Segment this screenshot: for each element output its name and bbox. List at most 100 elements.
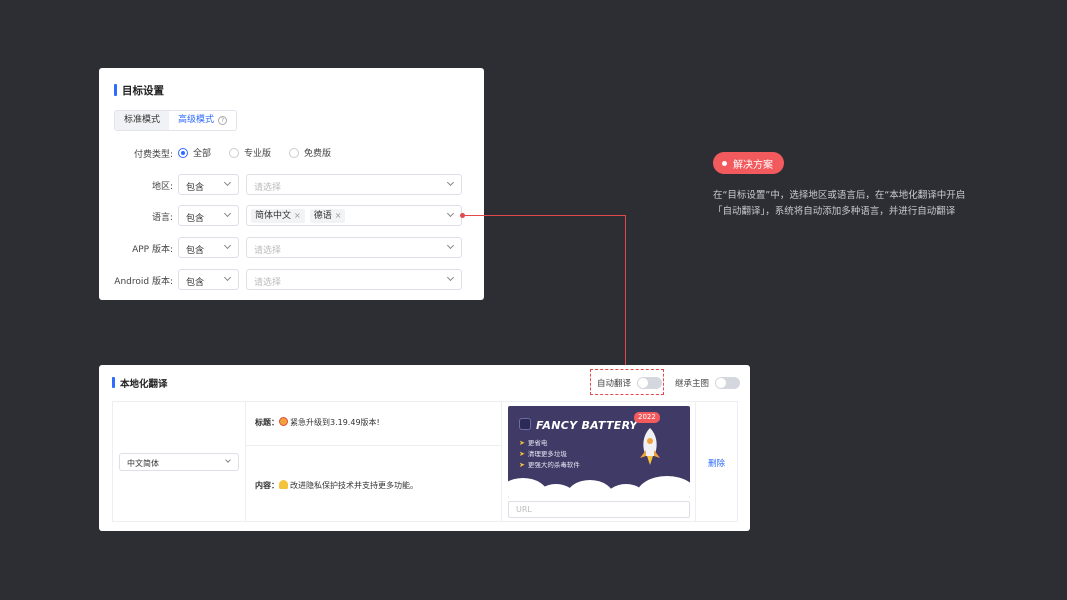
radio-unchecked-icon — [289, 147, 300, 158]
auto-translate-label: 自动翻译 — [597, 379, 632, 389]
android-version-operator-value: 包含 — [186, 278, 205, 288]
pay-type-radio-group: 全部 专业版 免费版 — [178, 146, 331, 159]
app-version-row: APP 版本: 包含 请选择 — [99, 237, 484, 258]
banner-bullet-text: 更省电 — [527, 439, 548, 447]
localization-card: 本地化翻译 自动翻译 继承主图 中文简体 标题： 紧急升级到3.19.49版本! … — [99, 365, 750, 531]
language-tag: 简体中文 × — [251, 209, 305, 223]
cloud-shape — [636, 476, 690, 498]
dot-icon — [722, 160, 727, 166]
banner-bullet: ➤ 更省电 — [519, 438, 580, 449]
title-field[interactable]: 标题： 紧急升级到3.19.49版本! — [255, 417, 380, 428]
chevron-down-icon — [446, 209, 455, 218]
solution-description: 在“目标设置”中，选择地区或语言后，在“本地化翻译中开启「自动翻译」，系统将自动… — [713, 190, 966, 217]
banner-bullets: ➤ 更省电 ➤ 清理更多垃圾 ➤ 更强大的杀毒软件 — [519, 438, 580, 471]
auto-translate-toggle[interactable] — [637, 377, 663, 389]
android-version-label: Android 版本: — [114, 277, 173, 287]
banner-bullet-text: 清理更多垃圾 — [527, 450, 567, 458]
content-field[interactable]: 内容： 改进隐私保护技术并支持更多功能。 — [255, 480, 418, 491]
divider — [246, 445, 501, 446]
android-version-row: Android 版本: 包含 请选择 — [99, 269, 484, 290]
bell-icon — [279, 480, 288, 489]
language-tag-label: 简体中文 — [255, 211, 292, 221]
app-logo-icon — [519, 418, 531, 430]
tab-advanced-mode[interactable]: 高级模式 ? — [169, 111, 237, 130]
tab-standard-mode[interactable]: 标准模式 — [115, 111, 170, 130]
solution-badge: 解决方案 — [713, 152, 784, 174]
chevron-down-icon — [446, 178, 455, 187]
android-version-select[interactable]: 请选择 — [246, 269, 462, 290]
app-version-label: APP 版本: — [132, 245, 173, 255]
app-version-placeholder: 请选择 — [254, 246, 282, 256]
banner-bullet: ➤ 清理更多垃圾 — [519, 449, 580, 460]
inherit-theme-group: 继承主图 — [675, 377, 741, 389]
chevron-down-icon — [225, 457, 231, 463]
target-settings-card: 目标设置 标准模式 高级模式 ? 付费类型: 全部 专业版 免费版 地区: 包含… — [99, 68, 484, 300]
connector-line-horizontal — [464, 215, 626, 216]
banner-bullet: ➤ 更强大的杀毒软件 — [519, 460, 580, 471]
title-field-value: 紧急升级到3.19.49版本! — [290, 418, 380, 427]
target-settings-title: 目标设置 — [114, 83, 164, 98]
region-select[interactable]: 请选择 — [246, 174, 462, 195]
alarm-clock-icon — [279, 417, 288, 426]
language-tags: 简体中文 × 德语 × — [251, 209, 346, 223]
delete-link[interactable]: 删除 — [708, 457, 725, 469]
auto-translate-group: 自动翻译 — [597, 377, 663, 389]
content-field-label: 内容： — [255, 481, 279, 490]
action-cell: 删除 — [696, 402, 737, 521]
inherit-theme-toggle[interactable] — [715, 377, 741, 389]
close-icon[interactable]: × — [335, 209, 342, 223]
language-cell: 中文简体 — [113, 402, 246, 521]
chevron-down-icon — [223, 241, 232, 250]
language-dropdown[interactable]: 中文简体 — [119, 453, 239, 471]
radio-all[interactable]: 全部 — [178, 146, 211, 159]
title-field-label: 标题： — [255, 418, 279, 427]
bolt-icon: ➤ — [519, 461, 525, 469]
chevron-down-icon — [223, 178, 232, 187]
translation-table: 中文简体 标题： 紧急升级到3.19.49版本! 内容： 改进隐私保护技术并支持更多… — [112, 401, 738, 522]
banner-image[interactable]: FANCY BATTERY 2022 ➤ 更省电 ➤ 清理更多垃圾 ➤ 更强大的杀毒软… — [508, 406, 690, 498]
inherit-theme-label: 继承主图 — [675, 379, 710, 389]
language-row: 语言: 包含 简体中文 × 德语 × — [99, 205, 484, 226]
language-operator-select[interactable]: 包含 — [178, 205, 239, 226]
language-tag: 德语 × — [309, 209, 346, 223]
banner-title: FANCY BATTERY — [536, 419, 638, 432]
localization-title: 本地化翻译 — [112, 376, 168, 390]
region-row: 地区: 包含 请选择 — [99, 174, 484, 195]
bolt-icon: ➤ — [519, 439, 525, 447]
banner-bullet-text: 更强大的杀毒软件 — [527, 461, 580, 469]
pay-type-label: 付费类型: — [133, 150, 173, 160]
android-version-placeholder: 请选择 — [254, 278, 282, 288]
language-select[interactable]: 简体中文 × 德语 × — [246, 205, 462, 226]
radio-pro[interactable]: 专业版 — [229, 146, 271, 159]
app-version-operator-value: 包含 — [186, 246, 205, 256]
radio-free-label: 免费版 — [304, 149, 332, 159]
region-operator-value: 包含 — [186, 183, 205, 193]
chevron-down-icon — [223, 273, 232, 282]
app-version-operator-select[interactable]: 包含 — [178, 237, 239, 258]
language-label: 语言: — [151, 213, 173, 223]
banner-year-badge: 2022 — [634, 412, 660, 423]
content-field-value: 改进隐私保护技术并支持更多功能。 — [290, 481, 418, 490]
region-operator-select[interactable]: 包含 — [178, 174, 239, 195]
radio-checked-icon — [178, 147, 188, 158]
mode-tabs: 标准模式 高级模式 ? — [114, 110, 238, 131]
region-label: 地区: — [151, 182, 173, 192]
radio-unchecked-icon — [229, 147, 240, 158]
connector-line-vertical — [625, 215, 626, 369]
chevron-down-icon — [446, 241, 455, 250]
radio-free[interactable]: 免费版 — [289, 146, 331, 159]
language-operator-value: 包含 — [186, 214, 205, 224]
app-version-select[interactable]: 请选择 — [246, 237, 462, 258]
android-version-operator-select[interactable]: 包含 — [178, 269, 239, 290]
tab-advanced-mode-label: 高级模式 — [178, 115, 215, 125]
radio-all-label: 全部 — [193, 149, 212, 159]
chevron-down-icon — [446, 273, 455, 282]
image-cell: FANCY BATTERY 2022 ➤ 更省电 ➤ 清理更多垃圾 ➤ 更强大的杀毒软… — [502, 402, 696, 521]
url-input[interactable]: URL — [508, 501, 690, 518]
close-icon[interactable]: × — [294, 209, 301, 223]
language-tag-label: 德语 — [313, 211, 332, 221]
region-placeholder: 请选择 — [254, 183, 282, 193]
radio-pro-label: 专业版 — [244, 149, 272, 159]
chevron-down-icon — [223, 209, 232, 218]
help-icon[interactable]: ? — [218, 116, 228, 125]
